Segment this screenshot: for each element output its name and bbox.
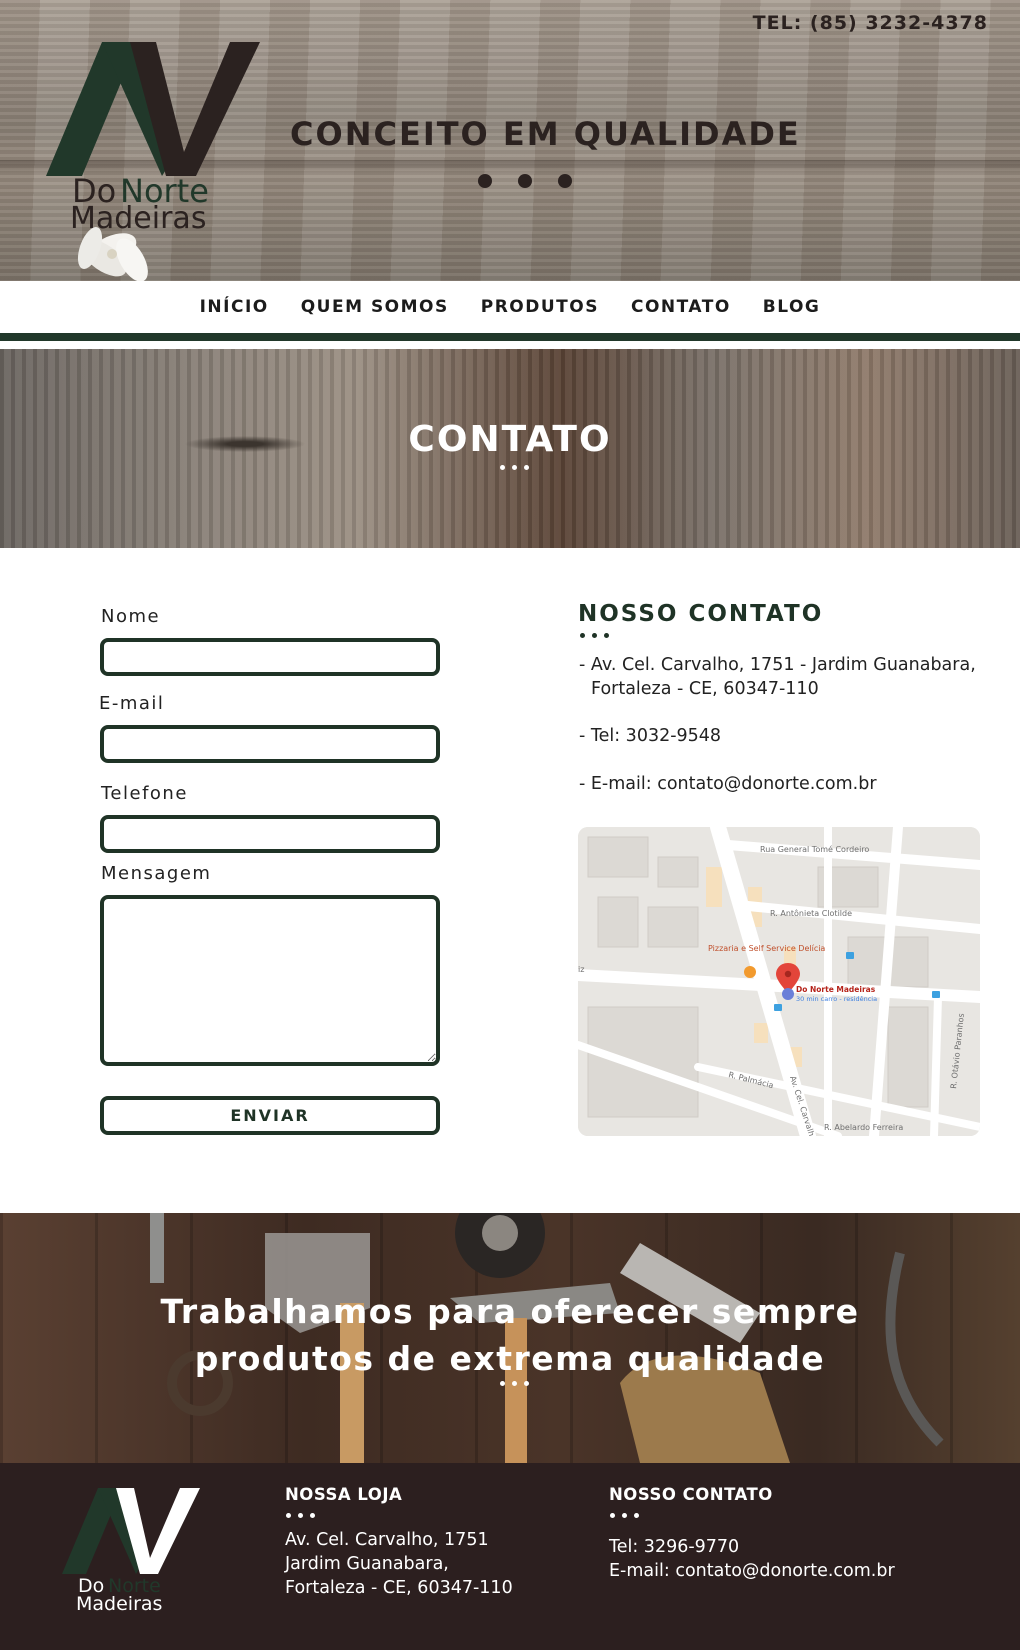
email-field[interactable] bbox=[100, 725, 440, 763]
footer-store-dots-icon bbox=[286, 1513, 315, 1518]
email-label: E-mail bbox=[99, 693, 165, 714]
footer-logo-v-stroke bbox=[116, 1488, 200, 1574]
map-poi-label: Pizzaria e Self Service Delícia bbox=[708, 944, 825, 953]
restaurant-icon[interactable] bbox=[744, 966, 756, 978]
map-pin-title: Do Norte Madeiras bbox=[796, 985, 876, 994]
nav-item-blog[interactable]: BLOG bbox=[763, 297, 821, 317]
slogan-dots-icon bbox=[478, 174, 572, 188]
nav-item-inicio[interactable]: INÍCIO bbox=[200, 297, 269, 317]
nav-item-produtos[interactable]: PRODUTOS bbox=[481, 297, 599, 317]
header-slogan: CONCEITO EM QUALIDADE bbox=[290, 115, 801, 153]
page-title: CONTATO bbox=[408, 419, 612, 460]
header: Do Norte Madeiras TEL: (85) 3232-4378 CO… bbox=[0, 0, 1020, 281]
nav-item-contato[interactable]: CONTATO bbox=[631, 297, 731, 317]
logo[interactable]: Do Norte Madeiras bbox=[46, 42, 260, 232]
footer-store-title: NOSSA LOJA bbox=[285, 1485, 403, 1504]
map-street-label: R. Abelardo Ferreira bbox=[824, 1123, 903, 1132]
bus-stop-icon bbox=[846, 952, 854, 959]
footer-contact-title: NOSSO CONTATO bbox=[609, 1485, 773, 1504]
send-button[interactable]: ENVIAR bbox=[100, 1096, 440, 1135]
flower-image bbox=[77, 227, 148, 281]
contact-title-dots-icon bbox=[580, 633, 609, 638]
title-dots-icon bbox=[500, 465, 529, 470]
header-phone[interactable]: TEL: (85) 3232-4378 bbox=[753, 12, 988, 34]
contact-email[interactable]: - E-mail: contato@donorte.com.br bbox=[579, 772, 877, 796]
map-street-label: R. Antônieta Clotilde bbox=[770, 908, 852, 918]
message-field[interactable] bbox=[100, 895, 440, 1066]
logo-v-stroke bbox=[130, 42, 260, 176]
nav-item-quem-somos[interactable]: QUEM SOMOS bbox=[301, 297, 449, 317]
map-canvas[interactable]: Rua General Tomé Cordeiro R. Antônieta C… bbox=[578, 827, 980, 1136]
footer-store-line1: Av. Cel. Carvalho, 1751 bbox=[285, 1530, 489, 1550]
map-street-label: Rua General Tomé Cordeiro bbox=[760, 844, 869, 854]
contact-title: NOSSO CONTATO bbox=[578, 601, 824, 627]
contact-phone: - Tel: 3032-9548 bbox=[579, 726, 722, 746]
footer-logo-text-madeiras: Madeiras bbox=[76, 1593, 162, 1613]
tools-quote: Trabalhamos para oferecer sempre produto… bbox=[0, 1288, 1020, 1382]
contact-address-line2: Fortaleza - CE, 60347-110 bbox=[591, 679, 819, 699]
footer-store-line2: Jardim Guanabara, bbox=[285, 1554, 449, 1574]
bus-stop-icon bbox=[774, 1004, 782, 1011]
footer-contact-dots-icon bbox=[610, 1513, 639, 1518]
footer-contact-phone: Tel: 3296-9770 bbox=[609, 1537, 740, 1557]
name-field[interactable] bbox=[100, 638, 440, 676]
location-map[interactable]: Rua General Tomé Cordeiro R. Antônieta C… bbox=[578, 827, 980, 1136]
tools-quote-line1: Trabalhamos para oferecer sempre bbox=[160, 1292, 860, 1331]
tools-quote-line2: produtos de extrema qualidade bbox=[194, 1339, 826, 1378]
footer-contact-email[interactable]: E-mail: contato@donorte.com.br bbox=[609, 1559, 895, 1583]
map-street-label: iz bbox=[578, 965, 584, 974]
footer-logo[interactable]: Do Norte Madeiras bbox=[62, 1488, 200, 1613]
map-pin-subtitle: 30 min carro - residência bbox=[796, 995, 877, 1003]
name-label: Nome bbox=[101, 606, 161, 627]
main-nav: INÍCIO QUEM SOMOS PRODUTOS CONTATO BLOG bbox=[0, 281, 1020, 341]
page-banner: CONTATO bbox=[0, 349, 1020, 548]
footer-store-line3: Fortaleza - CE, 60347-110 bbox=[285, 1578, 513, 1598]
phone-label: Telefone bbox=[101, 783, 188, 804]
contact-address-line1: - Av. Cel. Carvalho, 1751 - Jardim Guana… bbox=[579, 655, 976, 675]
bus-stop-icon bbox=[932, 991, 940, 998]
message-label: Mensagem bbox=[101, 863, 212, 884]
phone-field[interactable] bbox=[100, 815, 440, 853]
tools-banner: Trabalhamos para oferecer sempre produto… bbox=[0, 1213, 1020, 1463]
quote-dots-icon bbox=[500, 1381, 529, 1386]
